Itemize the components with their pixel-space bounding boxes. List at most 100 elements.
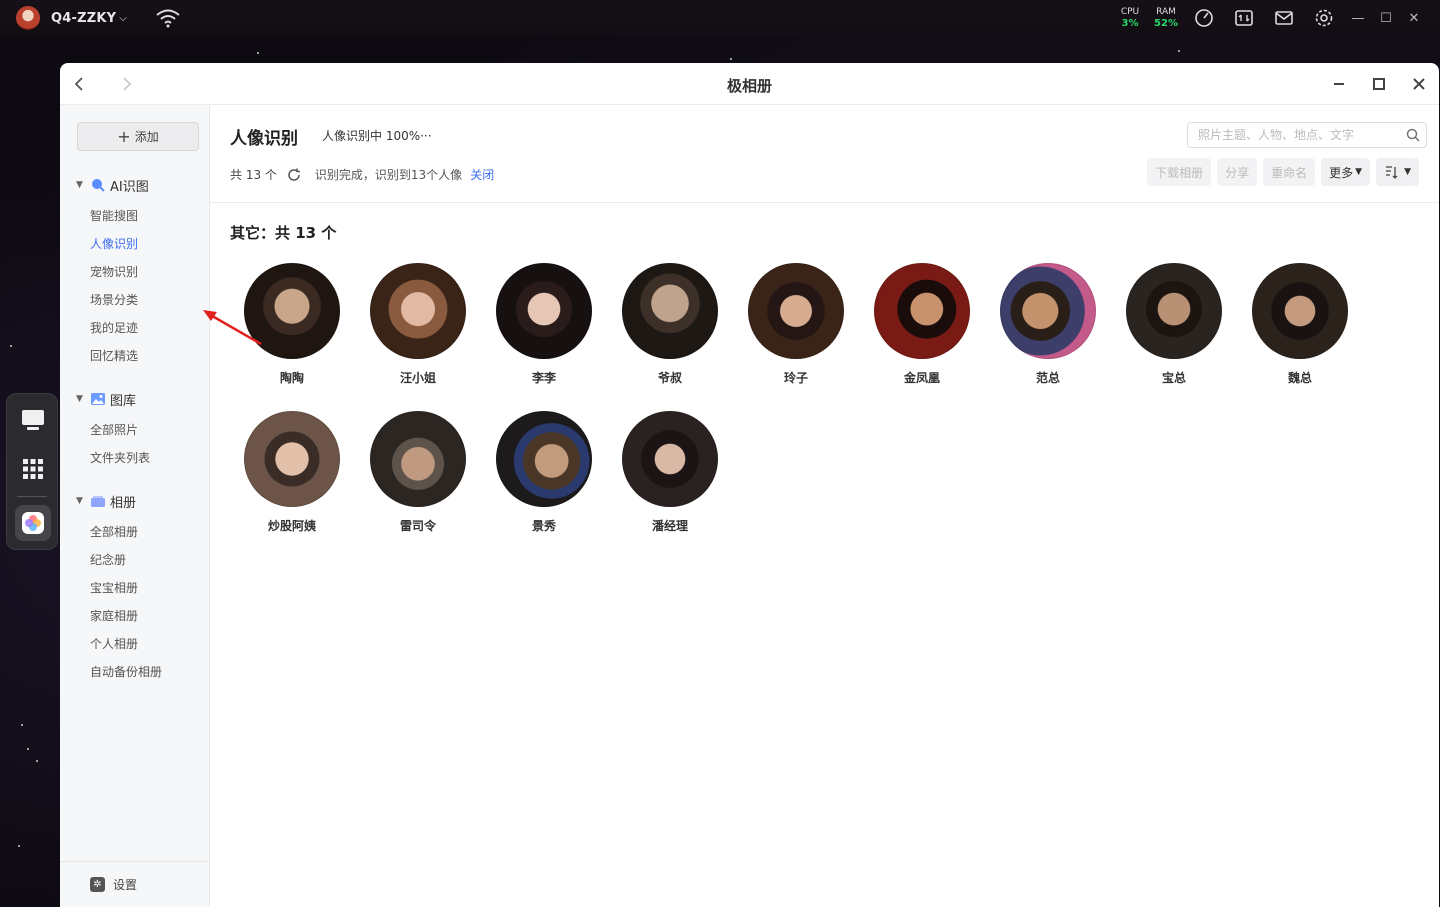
face-avatar[interactable]: [370, 263, 466, 359]
window-title: 极相册: [726, 77, 772, 95]
face-card[interactable]: 爷叔: [622, 263, 718, 386]
face-card[interactable]: 雷司令: [370, 411, 466, 534]
face-card[interactable]: 范总: [1000, 263, 1096, 386]
section-albums-label: 相册: [110, 495, 137, 511]
more-button[interactable]: 更多 ▼: [1321, 158, 1371, 186]
back-icon[interactable]: [69, 73, 91, 95]
sidebar-item-family[interactable]: 家庭相册: [90, 607, 138, 625]
sidebar-item-folders[interactable]: 文件夹列表: [90, 449, 150, 467]
mail-icon[interactable]: [1264, 0, 1304, 36]
gear-icon[interactable]: [1304, 0, 1344, 36]
cpu-label: CPU: [1120, 7, 1140, 17]
monitor-icon[interactable]: [15, 402, 51, 438]
photo-album-window: 极相册 + 添加 ▼ AI识图 智能搜图 人像识别 宠物识别 场景分类 我的足迹…: [60, 63, 1439, 907]
face-card[interactable]: 宝总: [1126, 263, 1222, 386]
refresh-icon[interactable]: [287, 168, 301, 182]
album-icon: [91, 496, 105, 507]
face-avatar[interactable]: [874, 263, 970, 359]
window-titlebar: 极相册: [60, 63, 1439, 105]
header-divider: [210, 202, 1439, 203]
sidebar-item-smart-search[interactable]: 智能搜图: [90, 207, 138, 225]
host-avatar[interactable]: [16, 6, 40, 30]
face-card[interactable]: 景秀: [496, 411, 592, 534]
maximize-icon[interactable]: [1368, 73, 1390, 95]
close-icon[interactable]: [1408, 73, 1430, 95]
face-name: 陶陶: [279, 371, 304, 385]
section-gallery[interactable]: ▼ 图库: [76, 389, 136, 409]
image-icon: [91, 393, 105, 405]
search-icon[interactable]: [1406, 128, 1420, 142]
annotation-arrow-icon: [203, 310, 262, 346]
photo-album-app-icon[interactable]: [15, 505, 51, 541]
face-avatar[interactable]: [622, 411, 718, 507]
face-avatar[interactable]: [496, 411, 592, 507]
sidebar-item-baby[interactable]: 宝宝相册: [90, 579, 138, 597]
face-card[interactable]: 玲子: [748, 263, 844, 386]
settings-button[interactable]: ✲ 设置: [60, 861, 209, 907]
face-avatar[interactable]: [1252, 263, 1348, 359]
minimize-icon[interactable]: [1328, 73, 1350, 95]
sidebar-item-face-recognition[interactable]: 人像识别: [90, 235, 138, 253]
download-album-button[interactable]: 下载相册: [1147, 158, 1212, 186]
close-status-link[interactable]: 关闭: [470, 166, 494, 183]
plus-icon: +: [117, 126, 131, 146]
cpu-meter: CPU 3%: [1112, 7, 1148, 29]
sidebar-item-footprint[interactable]: 我的足迹: [90, 319, 138, 337]
chevron-down-icon[interactable]: ⌵: [119, 13, 127, 24]
wifi-icon: [156, 9, 180, 28]
share-button[interactable]: 分享: [1217, 158, 1258, 186]
sidebar-item-all-albums[interactable]: 全部相册: [90, 523, 138, 541]
face-avatar[interactable]: [1126, 263, 1222, 359]
face-avatar[interactable]: [244, 411, 340, 507]
cpu-value: 3%: [1121, 18, 1139, 29]
system-maximize-icon[interactable]: ☐: [1372, 0, 1400, 36]
face-avatar[interactable]: [622, 263, 718, 359]
section-albums[interactable]: ▼ 相册: [76, 491, 136, 511]
forward-icon[interactable]: [115, 73, 137, 95]
sidebar-item-scene[interactable]: 场景分类: [90, 291, 138, 309]
search-input[interactable]: [1188, 123, 1388, 147]
section-ai[interactable]: ▼ AI识图: [76, 175, 149, 195]
face-avatar[interactable]: [370, 411, 466, 507]
section-gallery-label: 图库: [110, 393, 137, 409]
chevron-down-icon: ▼: [76, 394, 83, 404]
sidebar-item-pet-recognition[interactable]: 宠物识别: [90, 263, 138, 281]
host-name[interactable]: Q4-ZZKY: [51, 11, 116, 26]
face-card[interactable]: 金凤凰: [874, 263, 970, 386]
apps-grid-icon[interactable]: [15, 451, 51, 487]
face-name: 炒股阿姨: [267, 519, 316, 533]
face-name: 玲子: [783, 371, 808, 385]
more-button-label: 更多: [1329, 165, 1354, 180]
sidebar-item-personal[interactable]: 个人相册: [90, 635, 138, 653]
search-box[interactable]: [1187, 122, 1427, 148]
speed-gauge-icon[interactable]: [1184, 0, 1224, 36]
main-content: 人像识别 人像识别中 100%··· 共 13 个 识别完成，识别到13个人像 …: [210, 105, 1439, 907]
system-close-icon[interactable]: ✕: [1400, 0, 1428, 36]
sidebar-item-memories[interactable]: 回忆精选: [90, 347, 138, 365]
sidebar-item-auto-backup[interactable]: 自动备份相册: [90, 663, 162, 681]
face-card[interactable]: 李李: [496, 263, 592, 386]
system-minimize-icon[interactable]: —: [1344, 0, 1372, 36]
dock-divider: [17, 496, 47, 497]
face-card[interactable]: 魏总: [1252, 263, 1348, 386]
chevron-down-icon: ▼: [1404, 167, 1411, 177]
ram-value: 52%: [1154, 18, 1178, 29]
transfer-icon[interactable]: [1224, 0, 1264, 36]
status-row: 共 13 个 识别完成，识别到13个人像 关闭: [230, 166, 494, 183]
sidebar-item-all-photos[interactable]: 全部照片: [90, 421, 138, 439]
sidebar-item-memorial[interactable]: 纪念册: [90, 551, 126, 569]
gear-icon: ✲: [90, 877, 105, 892]
face-name: 金凤凰: [903, 371, 940, 385]
face-avatar[interactable]: [1000, 263, 1096, 359]
add-button[interactable]: + 添加: [77, 122, 199, 151]
face-card[interactable]: 潘经理: [622, 411, 718, 534]
face-card[interactable]: 汪小姐: [370, 263, 466, 386]
sort-button[interactable]: ▼: [1376, 158, 1419, 186]
rename-button[interactable]: 重命名: [1263, 158, 1316, 186]
page-title: 人像识别: [230, 129, 298, 149]
face-avatar[interactable]: [748, 263, 844, 359]
face-card[interactable]: 炒股阿姨: [244, 411, 340, 534]
face-avatar[interactable]: [496, 263, 592, 359]
section-ai-label: AI识图: [110, 179, 149, 195]
group-title: 其它：共 13 个: [230, 224, 337, 242]
